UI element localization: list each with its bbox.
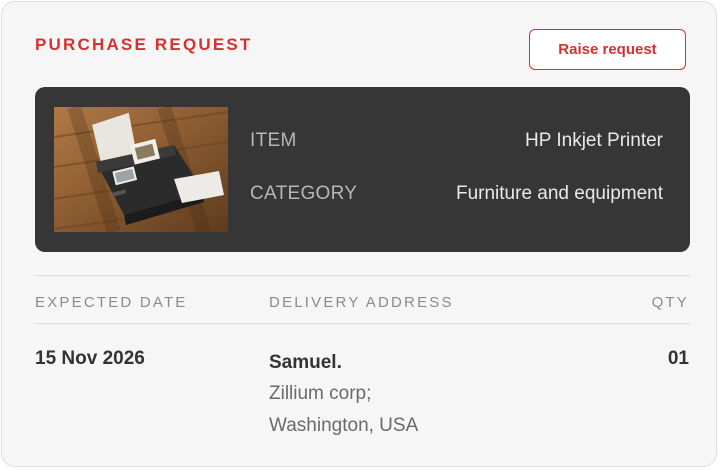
printer-photo-icon [54, 107, 228, 232]
expected-date-header: EXPECTED DATE [35, 294, 188, 311]
product-image [54, 107, 228, 232]
item-panel: ITEM HP Inkjet Printer CATEGORY Furnitur… [35, 87, 690, 252]
qty-header: QTY [651, 294, 689, 311]
item-value: HP Inkjet Printer [525, 130, 663, 151]
address-name: Samuel. [269, 352, 342, 373]
delivery-address-header: DELIVERY ADDRESS [269, 294, 454, 311]
raise-request-button[interactable]: Raise request [529, 29, 686, 70]
qty-value: 01 [667, 348, 689, 369]
purchase-request-card: PURCHASE REQUEST Raise request ITEM HP I… [1, 1, 717, 467]
address-line-2: Washington, USA [269, 415, 419, 436]
item-label: ITEM [250, 130, 297, 151]
category-value: Furniture and equipment [455, 183, 663, 204]
category-label: CATEGORY [250, 183, 358, 204]
divider-top [35, 275, 690, 276]
address-line-1: Zillium corp; [269, 383, 372, 404]
expected-date-value: 15 Nov 2026 [35, 348, 145, 369]
divider-bottom [35, 323, 690, 324]
page-title: PURCHASE REQUEST [35, 35, 253, 54]
